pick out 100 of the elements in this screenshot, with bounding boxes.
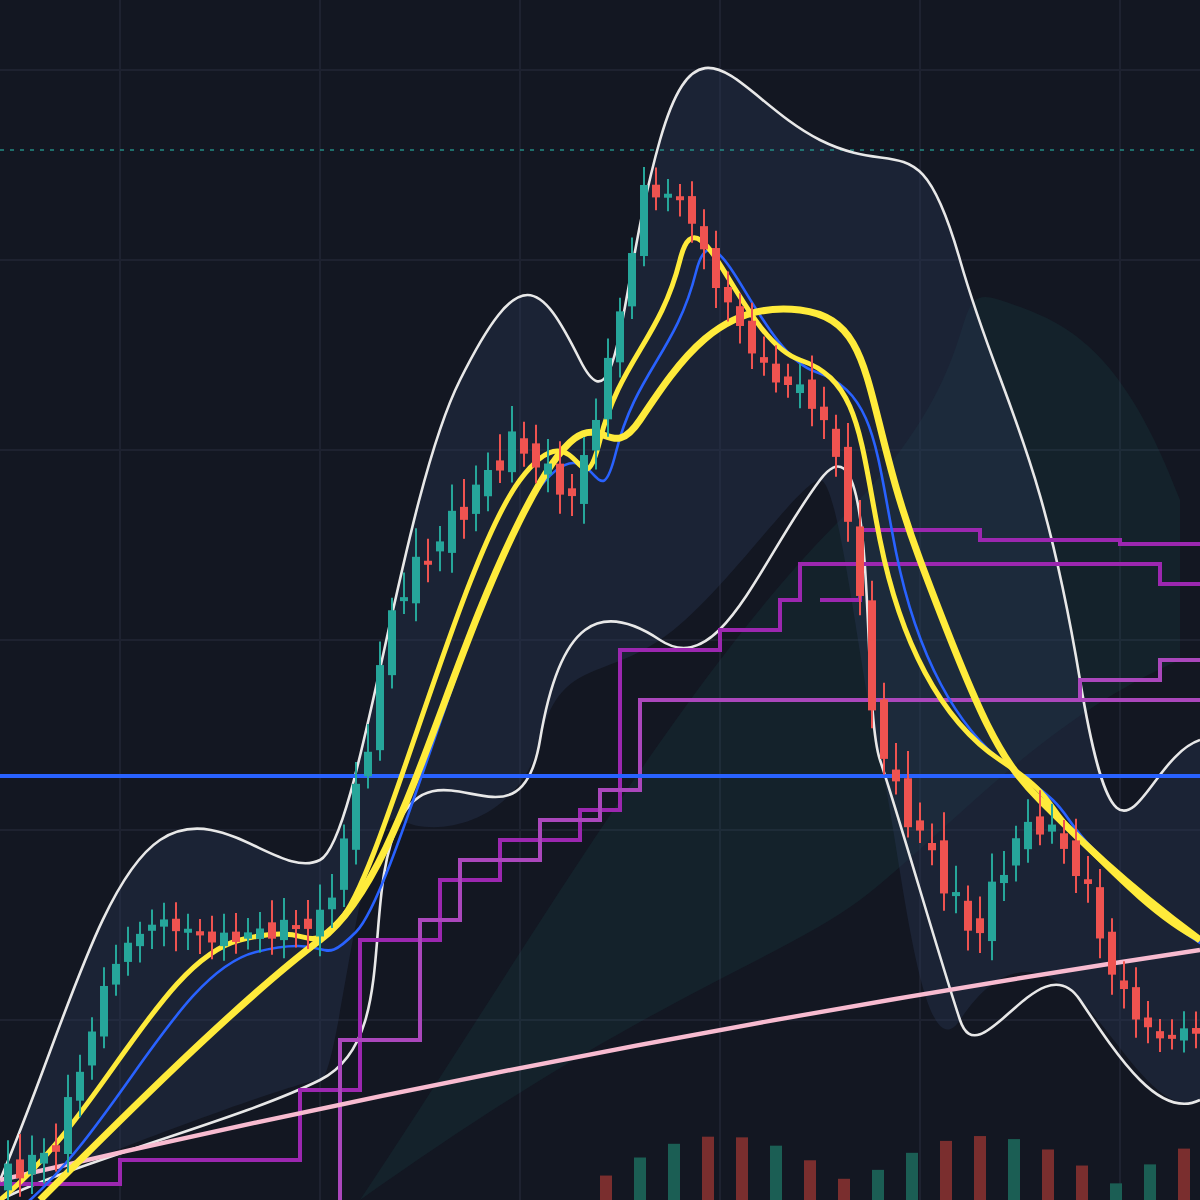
candlestick: [568, 473, 576, 517]
candlestick: [172, 901, 180, 953]
candlestick: [700, 208, 708, 271]
volume-bar: [974, 1136, 986, 1200]
volume-bar: [634, 1157, 646, 1200]
candlestick: [688, 180, 696, 244]
candlestick: [292, 909, 300, 949]
candlestick: [904, 750, 912, 839]
candlestick: [1108, 917, 1116, 996]
candlestick: [1192, 1010, 1200, 1050]
candlestick: [64, 1073, 72, 1174]
candlestick: [1036, 789, 1044, 847]
candlestick: [184, 912, 192, 952]
volume-bar: [838, 1178, 850, 1200]
volume-bar: [702, 1136, 714, 1200]
candlestick: [604, 337, 612, 438]
candlestick: [532, 423, 540, 485]
volume-bar: [906, 1152, 918, 1200]
candlestick: [472, 464, 480, 533]
candlestick: [1156, 1018, 1164, 1054]
candlestick: [280, 897, 288, 960]
candlestick: [676, 183, 684, 218]
candlestick: [952, 864, 960, 915]
candlestick: [1060, 819, 1068, 865]
candlestick: [460, 478, 468, 540]
candlestick: [16, 1132, 24, 1198]
candlestick: [1120, 960, 1128, 1010]
candlestick: [880, 681, 888, 776]
volume-bar: [1178, 1148, 1190, 1200]
volume-bar: [872, 1169, 884, 1200]
candlestick: [436, 525, 444, 573]
volume-bar: [1008, 1139, 1020, 1200]
volume-bar: [668, 1143, 680, 1200]
candlestick: [148, 908, 156, 950]
candlestick: [316, 883, 324, 958]
candlestick: [724, 270, 732, 323]
candlestick: [256, 910, 264, 954]
candlestick: [520, 420, 528, 468]
volume-bar: [1042, 1149, 1054, 1200]
candlestick: [88, 1016, 96, 1081]
candlestick: [940, 811, 948, 912]
candlestick: [208, 914, 216, 961]
candlestick: [580, 436, 588, 525]
candlestick: [412, 527, 420, 623]
candlestick: [328, 873, 336, 930]
candlestick: [196, 918, 204, 956]
candlestick: [544, 437, 552, 494]
volume-bar: [600, 1175, 612, 1200]
candlestick: [1072, 817, 1080, 895]
volume-bar: [1076, 1165, 1088, 1200]
candlestick: [796, 362, 804, 410]
candlestick: [844, 422, 852, 543]
candlestick: [616, 296, 624, 379]
candlestick: [784, 362, 792, 399]
candlestick: [160, 901, 168, 948]
candlestick: [964, 884, 972, 952]
candlestick: [664, 178, 672, 213]
candlestick: [76, 1053, 84, 1119]
candlestick: [592, 397, 600, 471]
candlestick: [1132, 966, 1140, 1039]
candlestick: [1012, 824, 1020, 883]
candlestick: [52, 1122, 60, 1173]
candlestick: [856, 499, 864, 617]
candlestick: [40, 1137, 48, 1185]
candlestick: [244, 917, 252, 951]
candlestick: [448, 483, 456, 574]
candlestick: [832, 413, 840, 478]
volume-bar: [804, 1160, 816, 1200]
candlestick: [1000, 850, 1008, 902]
candlestick: [376, 640, 384, 762]
candlestick: [508, 404, 516, 484]
candlestick: [28, 1134, 36, 1195]
candlestick: [808, 354, 816, 428]
candlestick: [124, 925, 132, 977]
candlestick: [268, 899, 276, 956]
candlestick: [556, 440, 564, 515]
candlestick: [820, 385, 828, 441]
volume-bar: [770, 1145, 782, 1200]
candlestick: [388, 596, 396, 690]
candlestick: [400, 571, 408, 615]
volume-bar: [1110, 1183, 1122, 1200]
candlestick: [4, 1139, 12, 1200]
candlestick: [364, 723, 372, 790]
candlestick: [748, 301, 756, 370]
candlestick: [496, 433, 504, 484]
candlestick: [640, 165, 648, 268]
candlestick: [112, 943, 120, 997]
candlestick: [424, 537, 432, 584]
candlestick: [340, 823, 348, 908]
candlestick: [652, 166, 660, 212]
candlestick: [136, 920, 144, 964]
candlestick: [1180, 1010, 1188, 1054]
candlestick: [628, 236, 636, 320]
volume-bar: [736, 1137, 748, 1200]
candlestick: [304, 898, 312, 950]
candlestick: [352, 761, 360, 866]
candlestick: [1144, 1000, 1152, 1045]
volume-bar: [1144, 1164, 1156, 1200]
candlestick: [976, 895, 984, 955]
candlestick: [232, 911, 240, 955]
